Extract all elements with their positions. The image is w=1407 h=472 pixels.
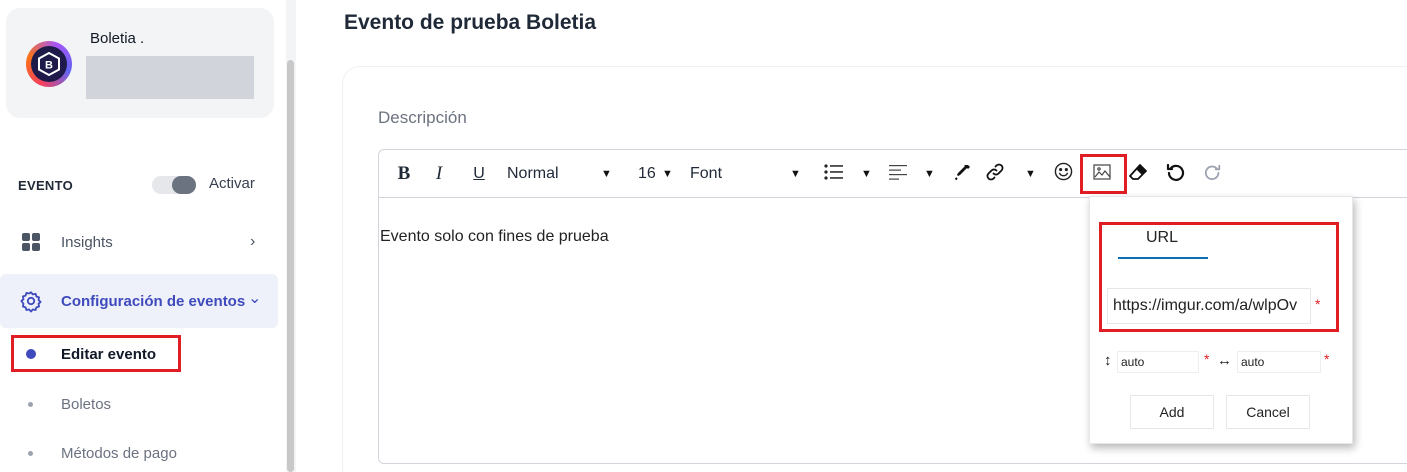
org-name: Boletia . xyxy=(90,30,145,47)
caret-down-icon: ▼ xyxy=(662,168,673,180)
toggle-label: Activar xyxy=(209,175,255,192)
link-dropdown[interactable]: ▼ xyxy=(985,150,1041,198)
italic-button[interactable]: I xyxy=(429,150,449,198)
sidebar: B Boletia . EVENTO Activar Insights › Co… xyxy=(0,0,286,472)
description-label: Descripción xyxy=(378,108,467,127)
activate-toggle[interactable] xyxy=(152,176,196,194)
eraser-button[interactable] xyxy=(1127,150,1149,198)
underline-button[interactable]: U xyxy=(468,150,490,198)
highlight-box xyxy=(1080,154,1127,194)
org-logo: B xyxy=(26,41,72,87)
caret-down-icon: ▼ xyxy=(1025,168,1036,180)
color-picker-button[interactable] xyxy=(952,150,974,198)
sidebar-item-label: Insights xyxy=(61,233,113,251)
subitem-label: Boletos xyxy=(61,395,112,413)
required-mark: * xyxy=(1324,351,1330,367)
emoji-icon xyxy=(1054,162,1073,186)
width-arrows-icon: ↔ xyxy=(1217,352,1232,369)
eyedropper-icon xyxy=(954,163,972,186)
sidebar-item-label: Configuración de eventos xyxy=(61,292,246,310)
required-mark: * xyxy=(1204,351,1210,367)
caret-down-icon: ▼ xyxy=(601,168,612,180)
image-width-input[interactable]: auto xyxy=(1237,351,1321,373)
size-select[interactable]: 16 ▼ xyxy=(638,150,678,198)
org-card[interactable]: B Boletia . xyxy=(6,8,274,118)
align-dropdown[interactable]: ▼ xyxy=(888,150,938,198)
caret-down-icon: ▼ xyxy=(861,168,872,180)
undo-icon xyxy=(1165,162,1185,187)
align-left-icon xyxy=(888,162,908,187)
chevron-right-icon: › xyxy=(250,233,256,250)
subitem-metodos-de-pago[interactable]: Métodos de pago xyxy=(0,436,200,470)
subitem-boletos[interactable]: Boletos xyxy=(0,387,180,421)
sidebar-scrollbar-thumb[interactable] xyxy=(287,60,294,472)
svg-text:B: B xyxy=(45,60,53,72)
cancel-button[interactable]: Cancel xyxy=(1226,395,1310,429)
sidebar-item-configuracion[interactable]: Configuración de eventos ⌄ xyxy=(0,274,278,328)
image-height-input[interactable]: auto xyxy=(1117,351,1199,373)
page-title: Evento de prueba Boletia xyxy=(344,11,597,34)
height-arrows-icon: ↕ xyxy=(1104,352,1112,369)
eraser-icon xyxy=(1128,163,1148,186)
dot-icon xyxy=(28,450,33,456)
dot-icon xyxy=(28,401,33,407)
editor-toolbar: B I U Normal ▼ 16 ▼ Font ▼ ▼ ▼ ▼ xyxy=(379,150,1407,198)
font-select[interactable]: Font ▼ xyxy=(690,150,805,198)
gear-icon xyxy=(20,290,42,313)
bold-button[interactable]: B xyxy=(393,150,415,198)
org-detail-placeholder xyxy=(86,56,254,99)
list-icon xyxy=(823,162,845,187)
editor-content[interactable]: Evento solo con fines de prueba xyxy=(380,228,609,246)
emoji-button[interactable] xyxy=(1052,150,1074,198)
subitem-label: Métodos de pago xyxy=(61,444,177,462)
redo-button[interactable] xyxy=(1202,150,1224,198)
heading-select[interactable]: Normal ▼ xyxy=(507,150,617,198)
sidebar-item-insights[interactable]: Insights › xyxy=(0,222,278,262)
highlight-box xyxy=(1099,222,1339,332)
undo-button[interactable] xyxy=(1164,150,1186,198)
link-icon xyxy=(985,162,1005,187)
caret-down-icon: ▼ xyxy=(924,168,935,180)
highlight-box xyxy=(11,335,181,372)
add-button[interactable]: Add xyxy=(1130,395,1214,429)
list-dropdown[interactable]: ▼ xyxy=(823,150,875,198)
grid-icon xyxy=(20,231,42,253)
redo-icon xyxy=(1204,163,1222,186)
app-window: B Boletia . EVENTO Activar Insights › Co… xyxy=(0,0,1407,472)
chevron-down-icon: ⌄ xyxy=(248,290,262,307)
boletia-logo-icon: B xyxy=(38,52,60,76)
caret-down-icon: ▼ xyxy=(790,168,801,180)
section-label-evento: EVENTO xyxy=(18,178,74,193)
